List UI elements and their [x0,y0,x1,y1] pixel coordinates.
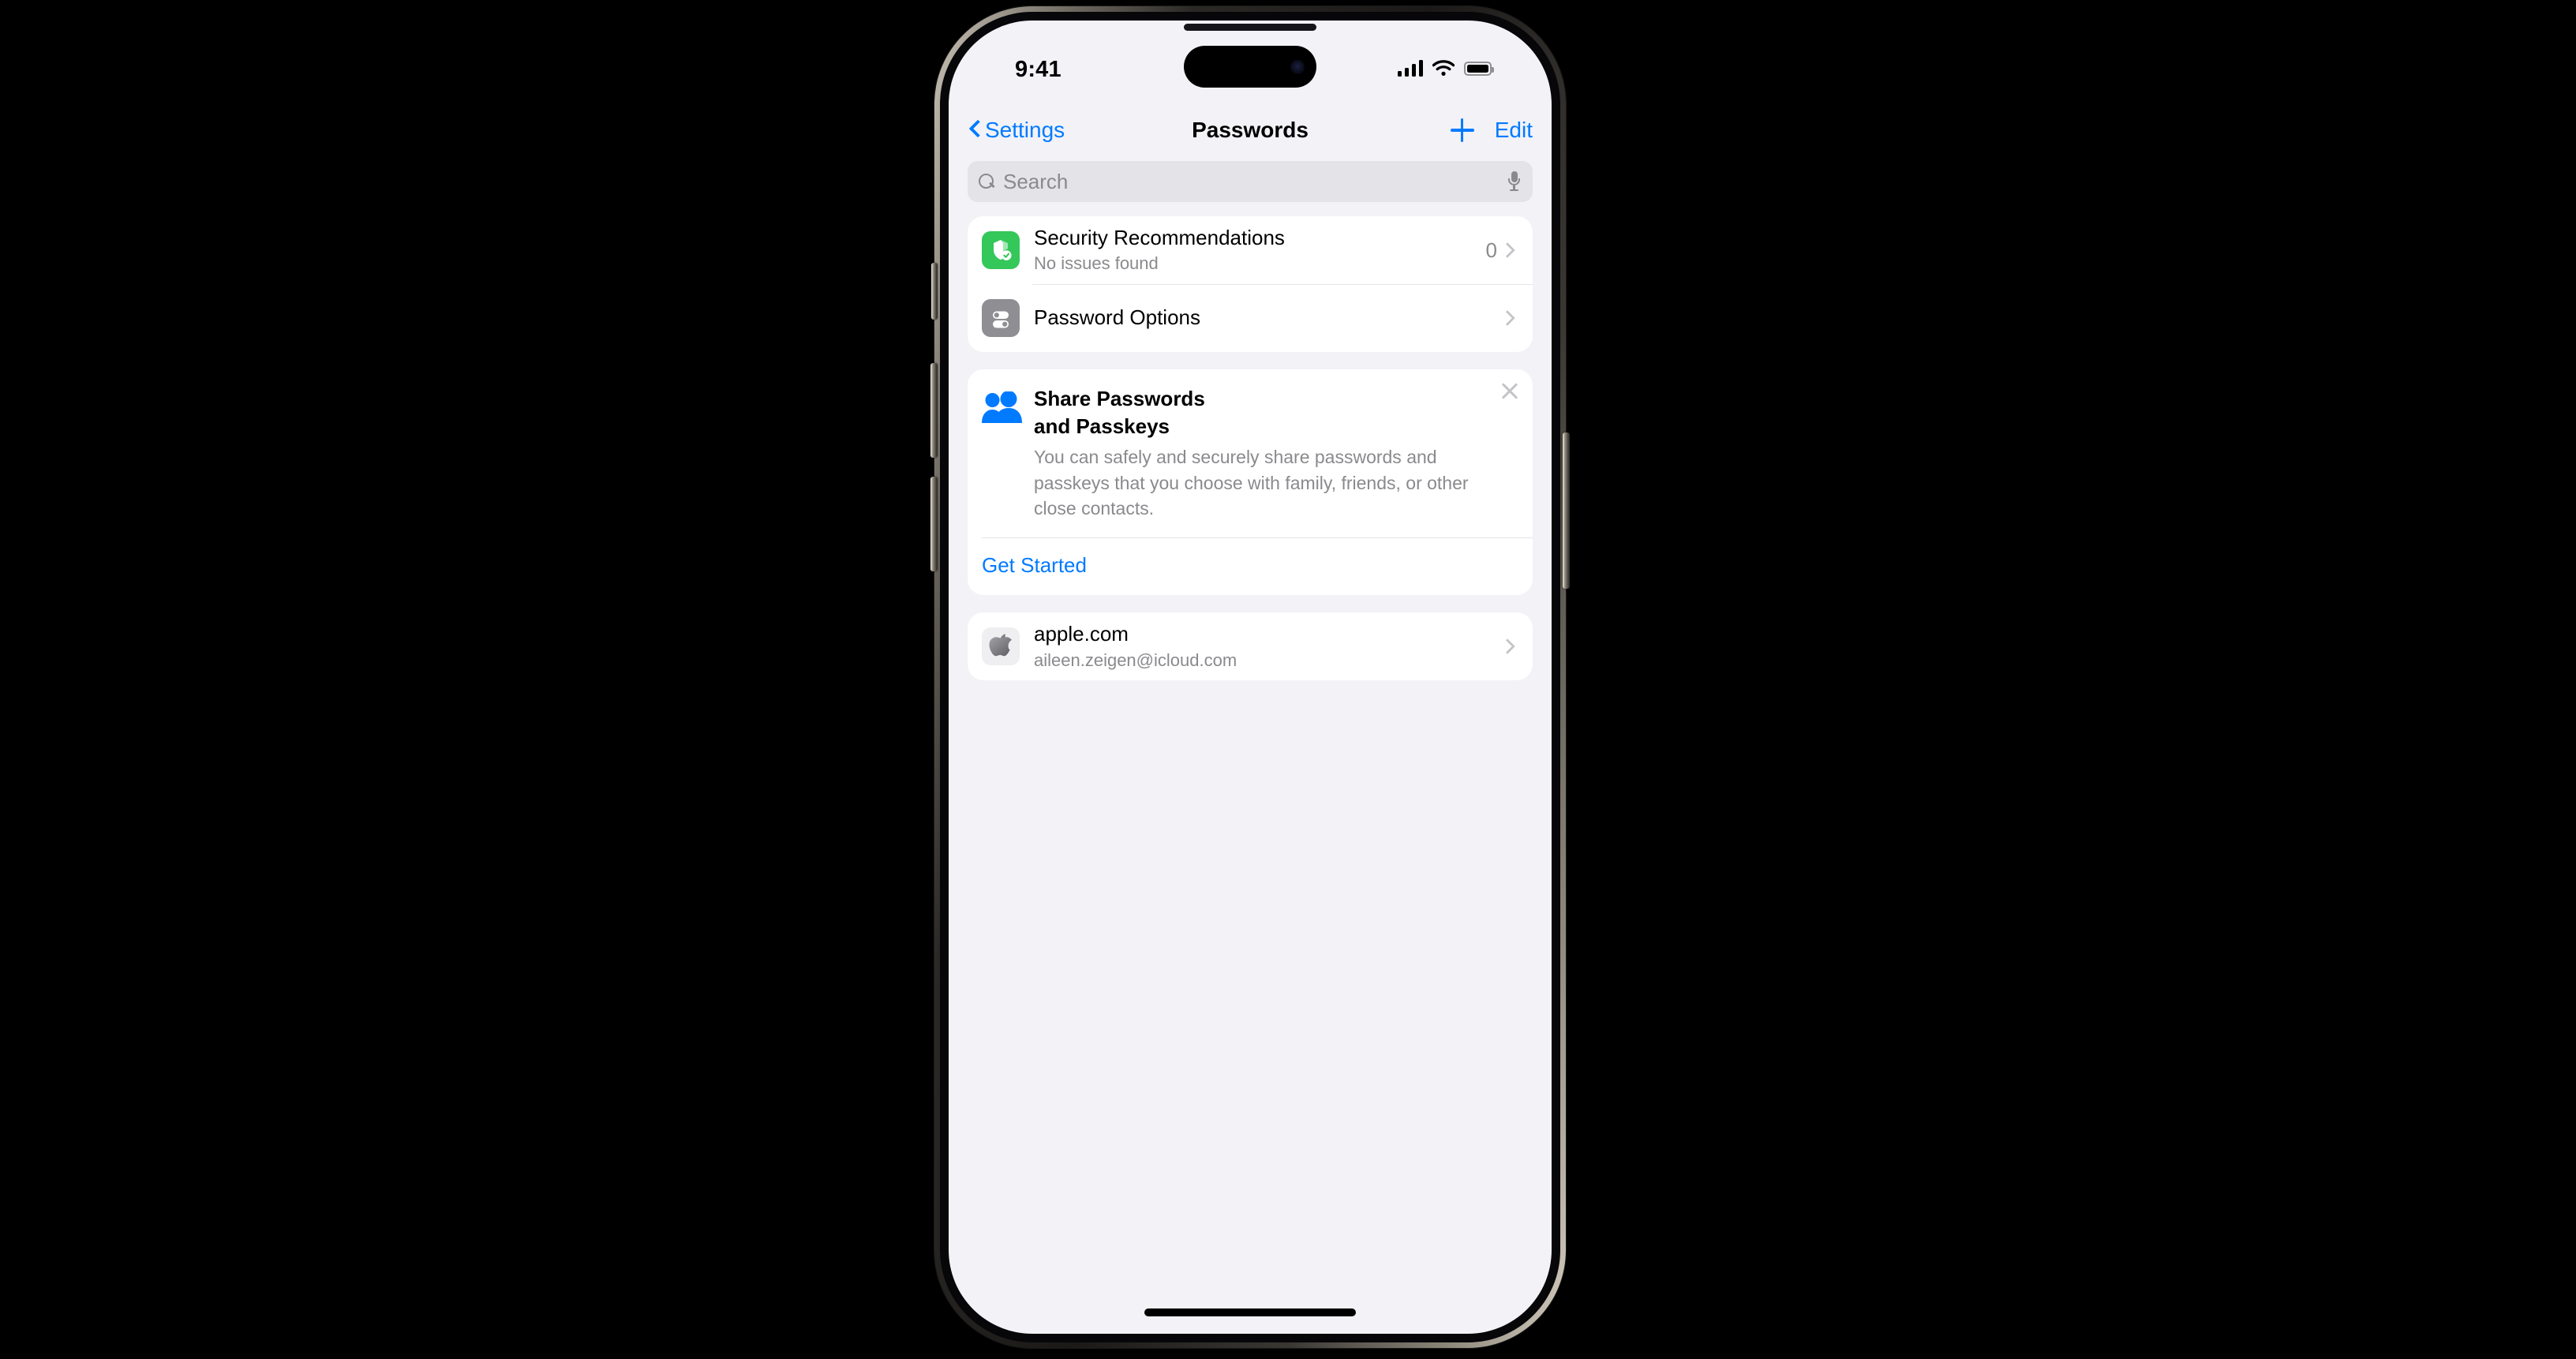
power-button[interactable] [1563,432,1570,589]
share-card-body: Share Passwords and Passkeys You can saf… [968,369,1533,537]
settings-card: Security Recommendations No issues found… [968,216,1533,352]
nav-bar-actions: Edit [1450,118,1533,143]
row-value-badge: 0 [1485,238,1497,262]
dynamic-island [1184,46,1316,88]
row-text: Password Options [1034,305,1507,330]
search-container: Search [968,161,1533,202]
row-title: Password Options [1034,305,1200,330]
accounts-card: apple.com aileen.zeigen@icloud.com [968,612,1533,681]
volume-down-button[interactable] [930,477,938,571]
navigation-bar: Settings Passwords Edit [949,104,1552,156]
back-button-label: Settings [985,118,1065,142]
toggles-icon [982,299,1020,337]
get-started-label: Get Started [982,553,1087,578]
row-title: Security Recommendations [1034,226,1285,250]
row-password-options[interactable]: Password Options [968,284,1533,352]
earpiece-speaker [1184,24,1316,31]
wifi-icon [1432,60,1455,76]
close-icon[interactable] [1500,380,1520,401]
device-bezel: 9:41 Settings Passwords Edit Search Secu… [940,12,1560,1342]
two-people-icon [982,391,1022,423]
share-passwords-card: Share Passwords and Passkeys You can saf… [968,369,1533,596]
screenshot-stage: 9:41 Settings Passwords Edit Search Secu… [0,0,2576,1359]
share-card-icon-slot [982,385,1034,522]
share-card-title-line1: Share Passwords [1034,387,1205,410]
page-title: Passwords [1192,118,1309,142]
get-started-button[interactable]: Get Started [968,537,1533,595]
status-bar-time: 9:41 [1015,57,1061,82]
add-password-button[interactable] [1450,118,1474,142]
battery-full-icon [1464,61,1494,76]
volume-up-button[interactable] [930,363,938,458]
account-username: aileen.zeigen@icloud.com [1034,650,1237,670]
action-button[interactable] [931,263,938,320]
chevron-right-icon [1507,311,1515,325]
status-bar-indicators [1397,60,1494,77]
row-text: Security Recommendations No issues found [1034,226,1486,275]
apple-logo-icon [982,627,1020,666]
search-input[interactable]: Search [1003,170,1500,194]
row-text: apple.com aileen.zeigen@icloud.com [1034,622,1507,671]
settings-content: Security Recommendations No issues found… [949,216,1552,1334]
row-account-apple[interactable]: apple.com aileen.zeigen@icloud.com [968,612,1533,680]
row-security-recommendations[interactable]: Security Recommendations No issues found… [968,216,1533,284]
search-bar[interactable]: Search [968,161,1533,202]
chevron-left-icon [969,122,979,139]
cellular-signal-icon [1397,60,1423,77]
account-domain: apple.com [1034,622,1129,646]
search-icon [979,173,995,190]
shield-check-icon [982,231,1020,269]
iphone-device-frame: 9:41 Settings Passwords Edit Search Secu… [930,6,1570,1348]
chevron-right-icon [1507,243,1515,257]
row-subtitle: No issues found [1034,253,1159,274]
device-screen: 9:41 Settings Passwords Edit Search Secu… [949,21,1552,1334]
chevron-right-icon [1507,639,1515,653]
microphone-icon[interactable] [1508,171,1520,192]
share-card-title-line2: and Passkeys [1034,414,1170,438]
edit-button[interactable]: Edit [1495,118,1533,143]
share-card-description: You can safely and securely share passwo… [1034,447,1469,519]
share-card-main: Share Passwords and Passkeys You can saf… [1034,385,1518,522]
back-button[interactable]: Settings [969,118,1065,143]
home-indicator[interactable] [1144,1308,1356,1316]
